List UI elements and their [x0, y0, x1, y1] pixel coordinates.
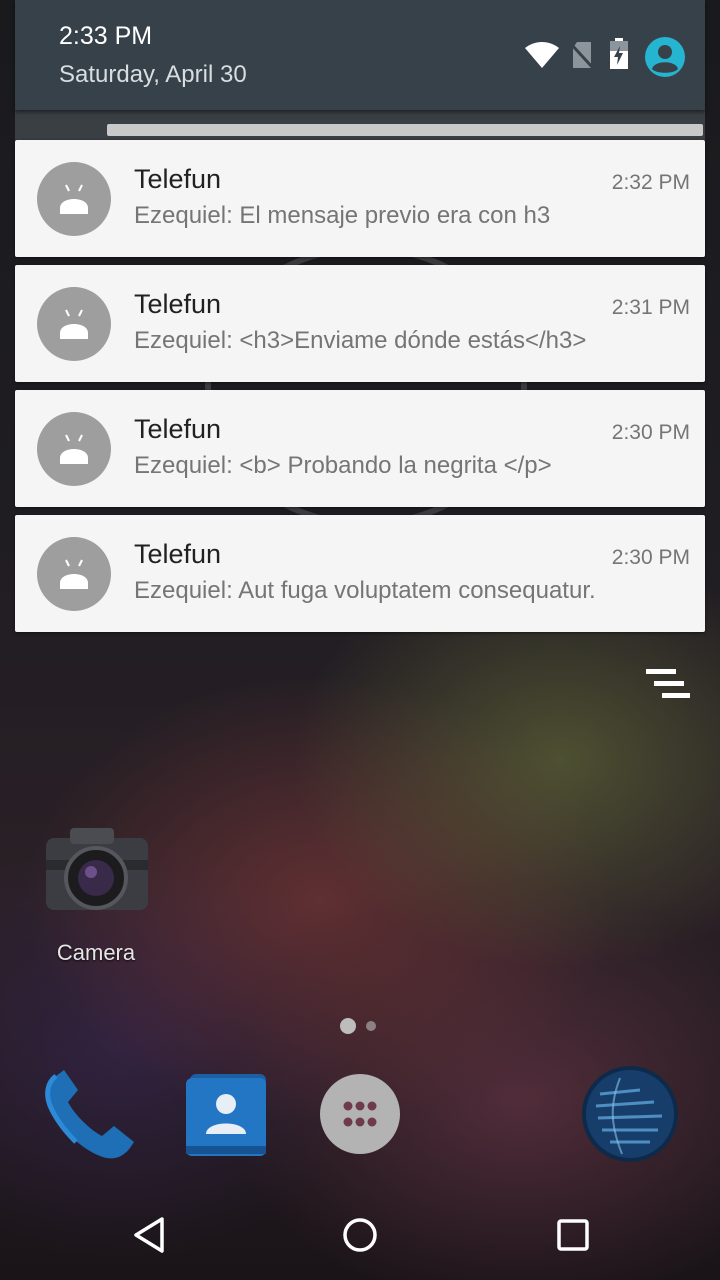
- app-drawer-icon: [320, 1074, 400, 1154]
- notification-time: 2:30 PM: [611, 421, 690, 444]
- camera-app-shortcut[interactable]: Camera: [36, 820, 156, 970]
- notification-time: 2:30 PM: [611, 546, 690, 569]
- notification-card[interactable]: Telefun 2:32 PM Ezequiel: El mensaje pre…: [15, 140, 705, 257]
- shade-header[interactable]: 2:33 PM Saturday, April 30: [15, 0, 705, 110]
- notification-app-name: Telefun: [134, 289, 222, 319]
- back-icon: [134, 1217, 164, 1253]
- notification-text: Ezequiel: Aut fuga voluptatem consequatu…: [134, 577, 596, 604]
- header-date: Saturday, April 30: [59, 61, 247, 88]
- browser-app-button[interactable]: [580, 1064, 680, 1164]
- browser-globe-icon: [582, 1066, 678, 1162]
- no-sim-icon: [569, 42, 595, 70]
- contacts-app-button[interactable]: [176, 1064, 276, 1164]
- header-time: 2:33 PM: [59, 22, 153, 50]
- notification-text: Ezequiel: <b> Probando la negrita </p>: [134, 452, 552, 479]
- android-icon: [60, 309, 88, 339]
- notification-card[interactable]: Telefun 2:31 PM Ezequiel: <h3>Enviame dó…: [15, 265, 705, 382]
- phone-app-button[interactable]: [38, 1064, 138, 1164]
- recents-icon: [557, 1219, 589, 1251]
- page-dot-inactive: [366, 1021, 376, 1031]
- app-avatar: [37, 287, 111, 361]
- page-dot-active: [340, 1018, 356, 1034]
- phone-icon: [45, 1070, 134, 1159]
- android-icon: [60, 434, 88, 464]
- notification-app-name: Telefun: [134, 164, 222, 194]
- app-avatar: [37, 162, 111, 236]
- contacts-icon: [186, 1074, 266, 1156]
- page-indicator: [340, 1018, 380, 1034]
- home-button[interactable]: [340, 1215, 380, 1255]
- recents-button[interactable]: [553, 1215, 593, 1255]
- notification-app-name: Telefun: [134, 539, 222, 569]
- camera-app-label: Camera: [56, 940, 136, 965]
- android-icon: [60, 559, 88, 589]
- navigation-bar: [0, 1190, 720, 1280]
- app-avatar: [37, 412, 111, 486]
- notification-time: 2:32 PM: [611, 171, 690, 194]
- notification-app-name: Telefun: [134, 414, 222, 444]
- notification-text: Ezequiel: <h3>Enviame dónde estás</h3>: [134, 327, 587, 354]
- clear-all-icon: [646, 669, 690, 698]
- notification-text: Ezequiel: El mensaje previo era con h3: [134, 202, 551, 229]
- battery-charging-icon: [610, 38, 628, 69]
- camera-icon: [46, 828, 148, 910]
- clear-all-button[interactable]: [644, 667, 692, 703]
- app-drawer-button[interactable]: [310, 1064, 410, 1164]
- status-icons: [525, 36, 686, 78]
- app-avatar: [37, 537, 111, 611]
- notification-time: 2:31 PM: [611, 296, 690, 319]
- home-icon: [343, 1218, 377, 1252]
- notification-card[interactable]: Telefun 2:30 PM Ezequiel: <b> Probando l…: [15, 390, 705, 507]
- wifi-icon: [525, 42, 559, 68]
- user-icon[interactable]: [644, 36, 686, 78]
- android-icon: [60, 184, 88, 214]
- back-button[interactable]: [130, 1215, 170, 1255]
- shade-handle-strip: [15, 110, 705, 140]
- notification-card[interactable]: Telefun 2:30 PM Ezequiel: Aut fuga volup…: [15, 515, 705, 632]
